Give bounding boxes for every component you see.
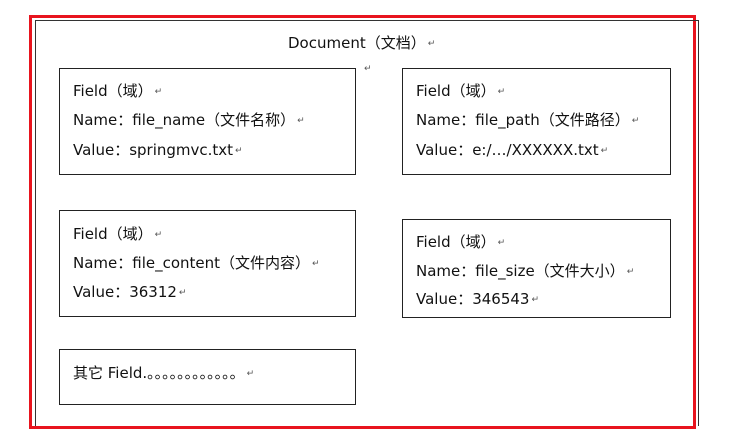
document-title: Document（文档） ↵ [288, 32, 435, 53]
paragraph-mark-icon: ↵ [178, 287, 187, 298]
paragraph-mark-icon: ↵ [427, 38, 436, 49]
field-name: Name：file_path（文件路径） ↵ [416, 111, 640, 129]
paragraph-mark-icon: ↵ [600, 145, 609, 156]
document-title-text: Document（文档） [288, 34, 426, 52]
field-name: Name：file_name（文件名称） ↵ [73, 111, 305, 129]
paragraph-mark-icon: ↵ [626, 266, 635, 277]
field-header: Field（域） ↵ [416, 82, 506, 100]
field-value: Value：36312 ↵ [73, 283, 187, 301]
field-header: Field（域） ↵ [73, 82, 163, 100]
paragraph-mark-icon: ↵ [154, 229, 163, 240]
other-fields-text: 其它 Field.。。。。。。。。。。。。 ↵ [73, 364, 255, 382]
paragraph-mark-icon: ↵ [312, 258, 320, 269]
other-fields-box: 其它 Field.。。。。。。。。。。。。 ↵ [59, 349, 356, 405]
paragraph-mark-icon: ↵ [497, 237, 506, 248]
paragraph-mark-icon: ↵ [154, 86, 163, 97]
paragraph-mark-icon: ↵ [631, 115, 640, 126]
field-box-file-path: Field（域） ↵ Name：file_path（文件路径） ↵ Value：e:… [402, 68, 671, 175]
field-value: Value：springmvc.txt ↵ [73, 141, 243, 159]
paragraph-mark-icon: ↵ [497, 86, 506, 97]
field-box-file-name: Field（域） ↵ Name：file_name（文件名称） ↵ Value：sp… [59, 68, 356, 175]
field-name: Name：file_size（文件大小） ↵ [416, 262, 635, 280]
field-header: Field（域） ↵ [73, 225, 163, 243]
field-value: Value：e:/…/XXXXXX.txt ↵ [416, 141, 609, 159]
paragraph-mark-icon: ↵ [235, 145, 243, 156]
field-box-file-size: Field（域） ↵ Name：file_size（文件大小） ↵ Value：34… [402, 219, 671, 318]
field-box-file-content: Field（域） ↵ Name：file_content（文件内容） ↵ Value… [59, 210, 356, 317]
field-header: Field（域） ↵ [416, 233, 506, 251]
paragraph-mark-icon: ↵ [297, 115, 305, 126]
paragraph-mark-icon: ↵ [246, 368, 255, 379]
paragraph-mark-icon: ↵ [364, 64, 372, 74]
paragraph-mark-icon: ↵ [531, 294, 539, 305]
field-name: Name：file_content（文件内容） ↵ [73, 254, 320, 272]
field-value: Value：346543 ↵ [416, 290, 539, 308]
